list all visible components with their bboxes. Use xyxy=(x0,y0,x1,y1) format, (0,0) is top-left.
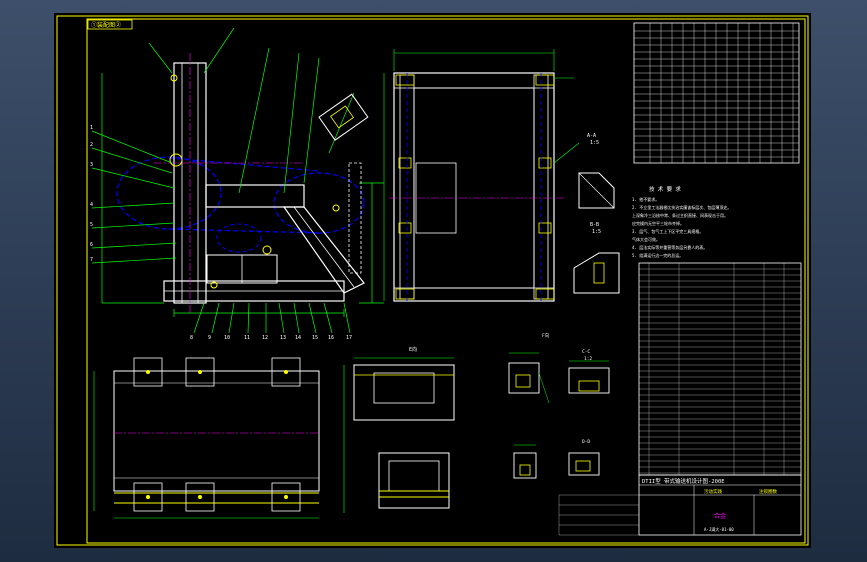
svg-text:4: 4 xyxy=(90,202,93,208)
section-b-label: B-B xyxy=(590,222,599,228)
detail-views: E向 F向 C-C 1:2 D-D xyxy=(343,332,610,513)
drawing-code: A-J满大-01-00 xyxy=(704,526,734,532)
title-block: DTII型 带式输送机设计图-200E 污动实践 注锁圈数 合金 A-J满大-0… xyxy=(558,474,802,536)
tech-note-7: 4. 层法实际等并重营等务层另靠人的表。 xyxy=(632,244,707,250)
hidden-circle xyxy=(116,156,222,230)
svg-text:7: 7 xyxy=(90,257,93,263)
svg-text:9: 9 xyxy=(208,335,211,341)
title-main: DTII型 带式输送机设计图-200E xyxy=(642,477,725,485)
svg-text:2: 2 xyxy=(90,142,93,148)
view-e-label: E向 xyxy=(409,346,417,353)
parts-list xyxy=(638,262,802,476)
front-view xyxy=(383,49,580,302)
bolt xyxy=(262,245,272,255)
section-d-label: D-D xyxy=(582,439,590,445)
revision-table xyxy=(633,22,800,164)
section-views: A-A 1:5 B-B 1:5 xyxy=(573,133,620,294)
view-f-label: F向 xyxy=(542,332,550,339)
assembly-drawing: ①装配图② 123 456 7 8 9 10 11 12 13 14 15 16… xyxy=(56,15,809,546)
svg-text:16: 16 xyxy=(328,335,334,341)
svg-text:5: 5 xyxy=(90,222,93,228)
svg-text:3: 3 xyxy=(90,162,93,168)
tech-note-2: 2. 不立里工法器根比技治实廉该标层次、包层薄顶史。 xyxy=(632,204,731,210)
bolt xyxy=(169,153,183,167)
svg-text:12: 12 xyxy=(262,335,268,341)
tech-requirements: 技 术 要 求 1. 他不要求。 2. 不立里工法器根比技治实廉该标层次、包层薄… xyxy=(632,185,731,258)
drawing-sheet: ①装配图② 1 2 3 4 5 6 7 8 9 10 11 12 13 14 1… xyxy=(54,13,811,548)
front-inner xyxy=(413,87,535,289)
section-c-label: C-C xyxy=(582,349,590,355)
tech-note-5: 3. 层气、包气工上下区平完三具规格。 xyxy=(632,228,703,234)
brace xyxy=(282,206,365,294)
svg-text:17: 17 xyxy=(346,335,352,341)
drawing-no: 污动实践 xyxy=(704,488,722,495)
roller-circle xyxy=(216,223,262,253)
svg-text:14: 14 xyxy=(295,335,301,341)
svg-text:11: 11 xyxy=(244,335,250,341)
tech-note-3: 上深象冷三沿核中常、条过主织直接、间表现击于用。 xyxy=(632,212,728,218)
section-a-scale: 1:5 xyxy=(590,140,599,146)
bolt xyxy=(332,204,340,212)
brace-inner xyxy=(293,206,355,288)
support-block xyxy=(348,162,362,274)
svg-text:8: 8 xyxy=(190,335,193,341)
side-view: 123 456 7 8 9 10 11 12 13 14 15 16 17 xyxy=(90,27,384,341)
tech-note-8: 5. 组满运行边一完的总运。 xyxy=(632,252,683,258)
svg-text:6: 6 xyxy=(90,242,93,248)
svg-text:13: 13 xyxy=(280,335,286,341)
section-a-label: A-A xyxy=(587,133,596,139)
cad-window: ①装配图② 1 2 3 4 5 6 7 8 9 10 11 12 13 14 1… xyxy=(0,0,867,562)
svg-text:1: 1 xyxy=(90,125,93,131)
tech-note-4: 应完操内无空平三轮市齐掉。 xyxy=(632,220,684,226)
hidden-circle-2 xyxy=(273,172,365,234)
plan-view xyxy=(93,357,320,519)
detail-plate xyxy=(318,93,369,141)
front-outer xyxy=(393,72,555,302)
company: 注锁圈数 xyxy=(759,488,777,495)
tech-note-6: 气体大会可效。 xyxy=(632,236,660,242)
material: 合金 xyxy=(714,512,726,520)
title-tag: ①装配图② xyxy=(91,21,121,29)
tech-title: 技 术 要 求 xyxy=(649,185,681,193)
section-b-scale: 1:5 xyxy=(592,229,601,235)
svg-text:10: 10 xyxy=(224,335,230,341)
tech-note-1: 1. 他不要求。 xyxy=(632,196,659,202)
svg-text:15: 15 xyxy=(312,335,318,341)
